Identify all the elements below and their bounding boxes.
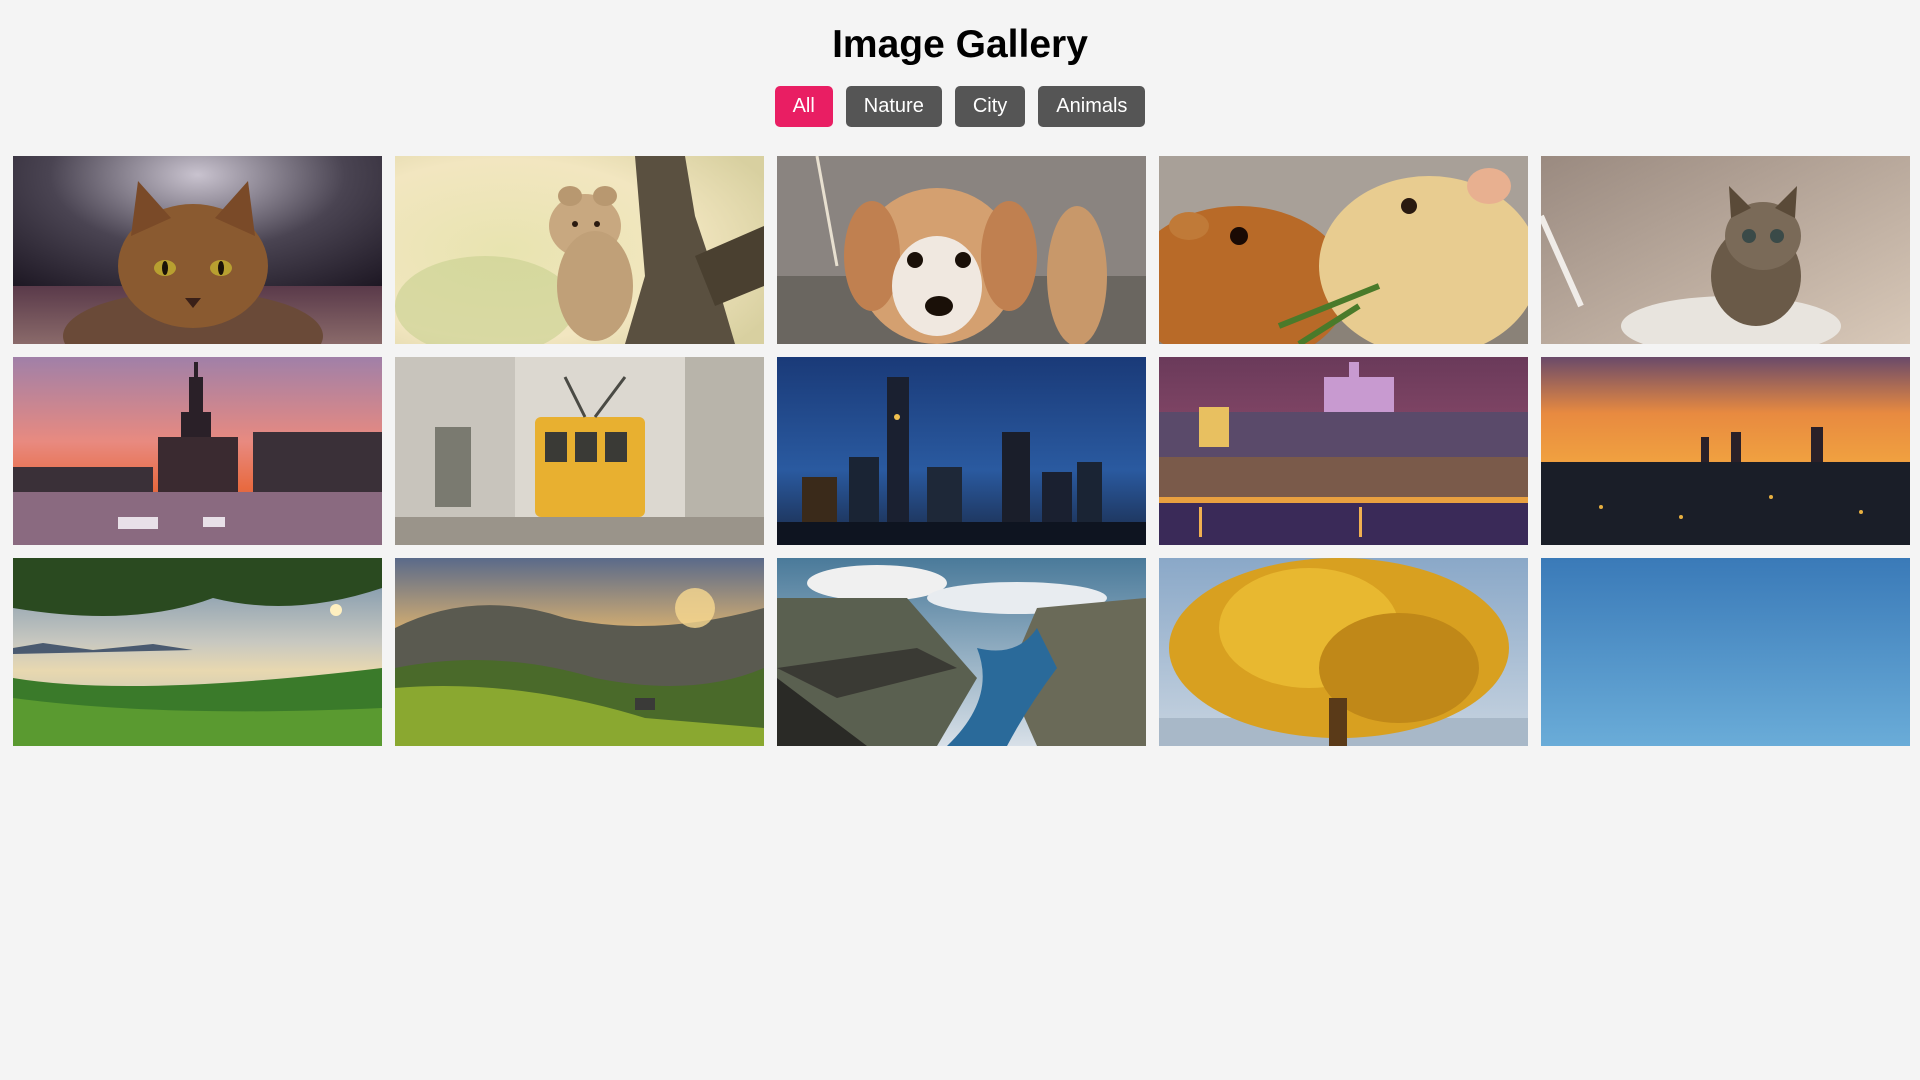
filter-nature-button[interactable]: Nature — [845, 86, 942, 127]
filter-bar: All Nature City Animals — [0, 86, 1920, 127]
gallery-image-yellow-tram[interactable] — [395, 357, 764, 545]
gallery-image-golden-tree[interactable] — [1159, 558, 1528, 746]
gallery-image-coast-tree[interactable] — [13, 558, 382, 746]
gallery-image-puppy[interactable] — [777, 156, 1146, 344]
page-title: Image Gallery — [832, 23, 1088, 66]
gallery-image-rice-terraces[interactable] — [395, 558, 764, 746]
filter-animals-button[interactable]: Animals — [1038, 86, 1146, 127]
gallery-image-lion-cub[interactable] — [395, 156, 764, 344]
gallery-image-city-sunset-panorama[interactable] — [1541, 357, 1910, 545]
gallery-image-guinea-pigs[interactable] — [1159, 156, 1528, 344]
gallery-grid — [13, 156, 1920, 746]
gallery-image-castle-night[interactable] — [1159, 357, 1528, 545]
gallery-image-fjord-cliff[interactable] — [777, 558, 1146, 746]
gallery-image-skyline-night[interactable] — [777, 357, 1146, 545]
gallery-image-river-city-sunset[interactable] — [13, 357, 382, 545]
gallery-image-kitten[interactable] — [1541, 156, 1910, 344]
gallery-image-tabby-cat[interactable] — [13, 156, 382, 344]
filter-all-button[interactable]: All — [774, 86, 833, 127]
filter-city-button[interactable]: City — [954, 86, 1026, 127]
gallery-image-blue-sky[interactable] — [1541, 558, 1910, 746]
